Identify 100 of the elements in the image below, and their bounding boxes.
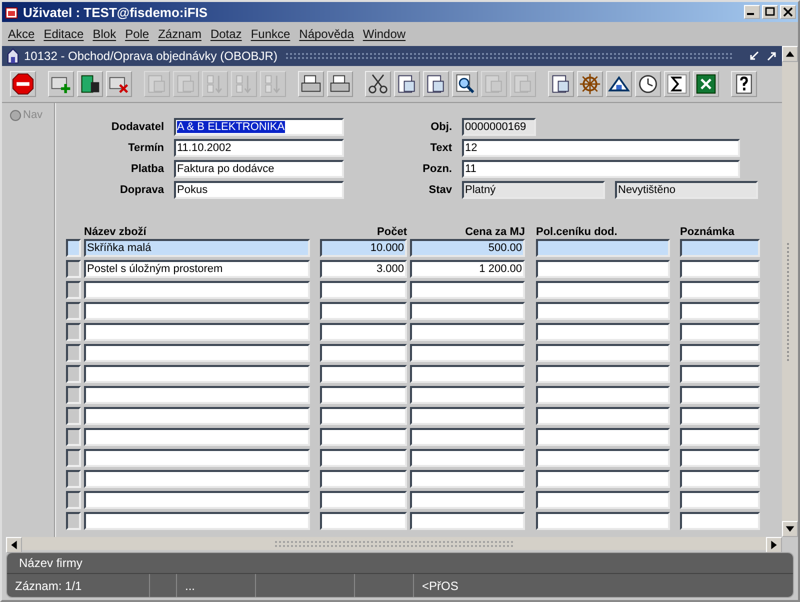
table-cell[interactable] [410,491,525,509]
table-cell[interactable] [536,344,670,362]
table-cell[interactable] [536,470,670,488]
row-selector[interactable] [66,491,81,509]
scroll-up-icon[interactable] [782,46,798,62]
table-cell[interactable] [536,260,670,278]
table-cell[interactable] [410,407,525,425]
home-button[interactable] [606,71,632,97]
table-cell[interactable] [320,470,407,488]
table-cell[interactable] [410,323,525,341]
minimize-button[interactable] [744,5,760,19]
minimize-icon[interactable] [748,50,760,62]
table-cell[interactable] [680,302,760,320]
close-button[interactable] [780,5,796,19]
table-cell[interactable] [410,470,525,488]
document-button[interactable] [548,71,574,97]
menu-item[interactable]: Dotaz [210,27,242,41]
menu-item[interactable]: Window [362,27,406,41]
menu-item[interactable]: Funkce [250,27,290,41]
row-selector[interactable] [66,428,81,446]
table-cell[interactable] [410,302,525,320]
table-cell[interactable]: Postel s úložným prostorem [84,260,310,278]
table-cell[interactable] [410,428,525,446]
table-cell[interactable] [84,428,310,446]
menu-item[interactable]: Akce [8,27,35,41]
menu-item[interactable]: Nápověda [299,27,354,41]
row-selector[interactable] [66,470,81,488]
table-cell[interactable] [320,449,407,467]
table-cell[interactable] [84,302,310,320]
table-cell[interactable] [320,281,407,299]
input-field[interactable]: Pokus [174,181,344,199]
table-cell[interactable] [680,281,760,299]
table-cell[interactable] [680,239,760,257]
sum-button[interactable] [664,71,690,97]
table-cell[interactable] [320,428,407,446]
table-cell[interactable]: 10.000 [320,239,407,257]
copy-button[interactable] [394,71,420,97]
scroll-down-icon[interactable] [782,521,798,537]
table-cell[interactable] [410,449,525,467]
scroll-left-icon[interactable] [6,537,22,553]
delete-button[interactable] [106,71,132,97]
table-cell[interactable] [410,365,525,383]
menu-item[interactable]: Pole [125,27,150,41]
table-cell[interactable] [536,302,670,320]
row-selector[interactable] [66,239,81,257]
input-field[interactable]: Nevytištěno [615,181,758,199]
help-button[interactable] [731,71,757,97]
maximize-icon[interactable] [766,50,778,62]
table-cell[interactable]: Skříňka malá [84,239,310,257]
table-cell[interactable] [536,428,670,446]
table-cell[interactable] [84,365,310,383]
row-selector[interactable] [66,365,81,383]
table-cell[interactable] [84,323,310,341]
row-selector[interactable] [66,512,81,530]
table-cell[interactable] [320,512,407,530]
table-cell[interactable] [536,365,670,383]
row-selector[interactable] [66,386,81,404]
menu-item[interactable]: Blok [92,27,116,41]
table-cell[interactable]: 500.00 [410,239,525,257]
wheel-button[interactable] [577,71,603,97]
table-cell[interactable] [680,386,760,404]
search-button[interactable] [452,71,478,97]
paste-button[interactable] [423,71,449,97]
cut-button[interactable] [365,71,391,97]
table-cell[interactable] [320,344,407,362]
sheet-button[interactable] [693,71,719,97]
row-selector[interactable] [66,260,81,278]
table-cell[interactable] [410,512,525,530]
table-cell[interactable] [84,344,310,362]
table-cell[interactable] [680,260,760,278]
table-cell[interactable] [680,491,760,509]
table-cell[interactable] [536,491,670,509]
table-cell[interactable]: 1 200.00 [410,260,525,278]
input-field[interactable]: Platný [462,181,605,199]
row-selector[interactable] [66,344,81,362]
table-cell[interactable] [536,512,670,530]
table-cell[interactable] [320,365,407,383]
row-selector[interactable] [66,323,81,341]
table-cell[interactable] [320,323,407,341]
scroll-right-icon[interactable] [766,537,782,553]
table-cell[interactable] [320,386,407,404]
horizontal-scrollbar[interactable] [6,537,782,550]
input-field[interactable]: 0000000169 [462,118,536,136]
table-cell[interactable] [84,449,310,467]
add-button[interactable] [48,71,74,97]
table-cell[interactable] [84,281,310,299]
row-selector[interactable] [66,407,81,425]
table-cell[interactable] [320,407,407,425]
table-cell[interactable] [680,512,760,530]
row-selector[interactable] [66,449,81,467]
input-field[interactable]: Faktura po dodávce [174,160,344,178]
clock-button[interactable] [635,71,661,97]
table-cell[interactable] [536,386,670,404]
table-cell[interactable] [680,365,760,383]
table-cell[interactable] [410,344,525,362]
input-field[interactable]: 11.10.2002 [174,139,344,157]
input-field[interactable]: 12 [462,139,740,157]
table-cell[interactable] [680,449,760,467]
table-cell[interactable] [536,449,670,467]
table-cell[interactable] [536,407,670,425]
